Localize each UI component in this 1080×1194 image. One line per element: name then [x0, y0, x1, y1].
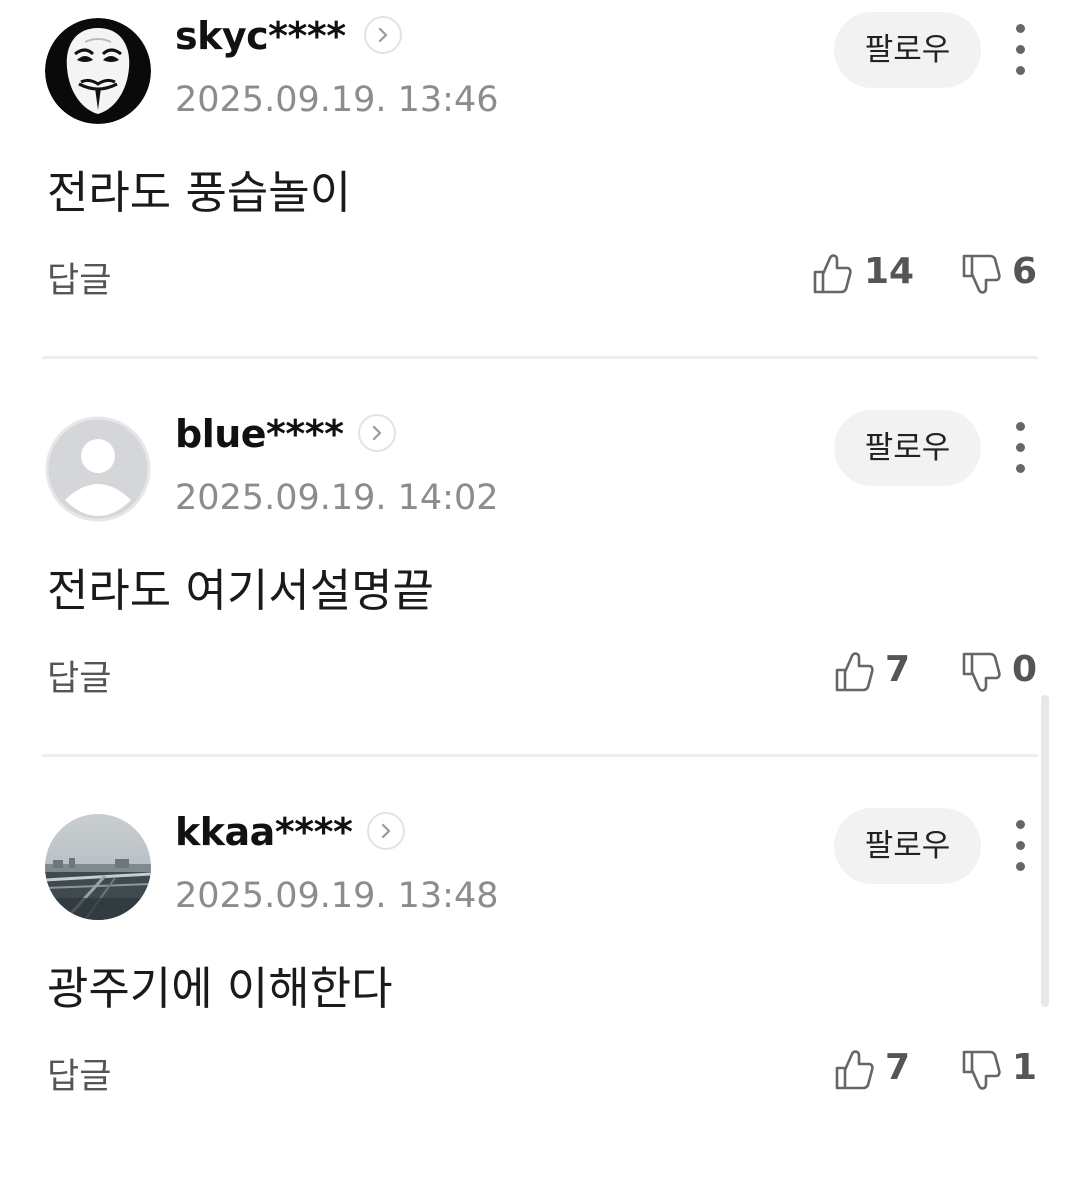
reply-button[interactable]: 답글: [47, 1048, 111, 1099]
follow-button[interactable]: 팔로우: [834, 410, 981, 486]
username[interactable]: blue****: [175, 412, 344, 456]
comment-item: skyc**** 2025.09.19. 13:46 팔로우 전라도 풍습놀이 …: [0, 0, 1080, 398]
thumbs-down-icon[interactable]: [961, 1048, 1001, 1092]
username[interactable]: kkaa****: [175, 810, 353, 854]
city-bridge-photo-avatar-image: [45, 814, 151, 920]
username[interactable]: skyc****: [175, 14, 346, 58]
comment-text: 전라도 여기서설명끝: [47, 564, 434, 617]
dislike-count: 0: [1012, 649, 1038, 690]
scrollbar[interactable]: [1041, 695, 1049, 1007]
comment-timestamp: 2025.09.19. 14:02: [175, 478, 499, 518]
mask-avatar-image: [45, 18, 151, 124]
more-vertical-icon[interactable]: [1006, 420, 1036, 476]
follow-button[interactable]: 팔로우: [834, 808, 981, 884]
avatar[interactable]: [45, 18, 151, 124]
chevron-right-icon[interactable]: [367, 812, 405, 850]
like-count: 7: [885, 1047, 911, 1088]
comment-item: kkaa**** 2025.09.19. 13:48 팔로우 광주기에 이해한다…: [0, 796, 1080, 1194]
reply-button[interactable]: 답글: [47, 252, 111, 303]
thumbs-up-icon[interactable]: [834, 1048, 874, 1092]
dislike-count: 6: [1012, 251, 1038, 292]
comment-item: blue**** 2025.09.19. 14:02 팔로우 전라도 여기서설명…: [0, 398, 1080, 796]
like-count: 14: [864, 251, 915, 292]
divider: [42, 356, 1038, 359]
chevron-right-icon[interactable]: [358, 414, 396, 452]
like-count: 7: [885, 649, 911, 690]
dislike-count: 1: [1012, 1047, 1038, 1088]
chevron-right-icon[interactable]: [364, 16, 402, 54]
avatar[interactable]: [45, 814, 151, 920]
comment-timestamp: 2025.09.19. 13:48: [175, 876, 499, 916]
thumbs-up-icon[interactable]: [812, 252, 852, 296]
follow-button[interactable]: 팔로우: [834, 12, 981, 88]
thumbs-down-icon[interactable]: [961, 252, 1001, 296]
default-person-avatar-image: [45, 416, 151, 522]
comment-text: 전라도 풍습놀이: [47, 166, 352, 219]
more-vertical-icon[interactable]: [1006, 818, 1036, 874]
comment-text: 광주기에 이해한다: [47, 962, 393, 1015]
more-vertical-icon[interactable]: [1006, 22, 1036, 78]
avatar[interactable]: [45, 416, 151, 522]
comment-timestamp: 2025.09.19. 13:46: [175, 80, 499, 120]
thumbs-up-icon[interactable]: [834, 650, 874, 694]
divider: [42, 754, 1038, 757]
thumbs-down-icon[interactable]: [961, 650, 1001, 694]
reply-button[interactable]: 답글: [47, 650, 111, 701]
